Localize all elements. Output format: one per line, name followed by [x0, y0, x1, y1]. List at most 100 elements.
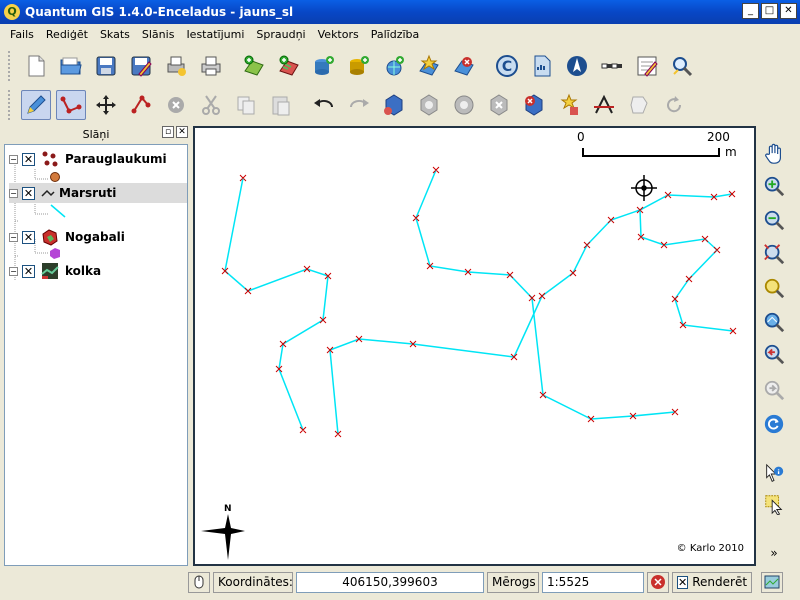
- layer-row-parauglaukumi[interactable]: − ✕ Parauglaukumi: [9, 149, 167, 169]
- select-features-button[interactable]: [760, 490, 788, 518]
- node-tool-button[interactable]: [126, 90, 156, 120]
- reshape-features-button[interactable]: [554, 90, 584, 120]
- move-feature-button[interactable]: [91, 90, 121, 120]
- add-ring-button[interactable]: [414, 90, 444, 120]
- north-arrow-button[interactable]: [562, 51, 592, 81]
- label-button[interactable]: [527, 51, 557, 81]
- add-vector-layer-button[interactable]: [239, 51, 269, 81]
- render-toggle[interactable]: ✕ Renderēt: [672, 571, 752, 593]
- north-arrow-icon: [201, 514, 245, 560]
- minimize-button[interactable]: _: [742, 3, 759, 19]
- mouse-icon: [194, 575, 204, 589]
- printer-icon: [201, 56, 220, 76]
- plugin-search-button[interactable]: [667, 51, 697, 81]
- add-spatialite-layer-button[interactable]: [344, 51, 374, 81]
- coordinates-label: Koordinātes:: [213, 571, 293, 593]
- close-button[interactable]: ✕: [780, 3, 797, 19]
- refresh-button[interactable]: [760, 410, 788, 438]
- new-project-button[interactable]: [21, 51, 51, 81]
- menu-bar: Fails Rediģēt Skats Slānis Iestatījumi S…: [0, 24, 800, 44]
- polygon-symbol-legend: [49, 247, 61, 259]
- zoom-in-icon: [764, 176, 785, 197]
- stop-render-button[interactable]: [647, 571, 669, 593]
- layer-row-nogabali[interactable]: − ✕ Nogabali: [9, 227, 125, 247]
- zoom-to-selection-button[interactable]: [760, 274, 788, 302]
- identify-features-button[interactable]: [760, 460, 788, 488]
- layer-visibility-checkbox[interactable]: ✕: [22, 264, 35, 278]
- menu-rediget[interactable]: Rediģēt: [40, 28, 94, 41]
- more-tools-chevron-icon[interactable]: »: [760, 544, 788, 562]
- print-button[interactable]: [196, 51, 226, 81]
- coordinates-field[interactable]: 406150,399603: [296, 571, 484, 593]
- zoom-last-button[interactable]: [760, 340, 788, 368]
- render-checkbox[interactable]: ✕: [677, 575, 689, 589]
- layer-row-marsruti[interactable]: − ✕ Marsruti: [9, 183, 187, 203]
- collapse-toggle[interactable]: −: [9, 154, 18, 164]
- delete-part-button[interactable]: [519, 90, 549, 120]
- layer-visibility-checkbox[interactable]: ✕: [22, 230, 35, 244]
- float-panel-button[interactable]: ▫: [162, 126, 174, 138]
- maximize-button[interactable]: □: [761, 3, 778, 19]
- paste-features-button[interactable]: [266, 90, 296, 120]
- save-project-button[interactable]: [91, 51, 121, 81]
- zoom-next-button[interactable]: [760, 376, 788, 404]
- capture-line-button[interactable]: [55, 90, 86, 120]
- menu-slanis[interactable]: Slānis: [136, 28, 181, 41]
- delete-selected-button[interactable]: [161, 90, 191, 120]
- remove-layer-button[interactable]: [449, 51, 479, 81]
- copy-features-button[interactable]: [231, 90, 261, 120]
- menu-fails[interactable]: Fails: [4, 28, 40, 41]
- menu-palidziba[interactable]: Palīdzība: [365, 28, 426, 41]
- layer-visibility-checkbox[interactable]: ✕: [22, 152, 35, 166]
- undo-button[interactable]: [309, 90, 339, 120]
- annotation-button[interactable]: [632, 51, 662, 81]
- projection-button[interactable]: [761, 571, 783, 593]
- toggle-extents-button[interactable]: [188, 571, 210, 593]
- scale-field[interactable]: 1:5525: [542, 571, 644, 593]
- zoom-full-button[interactable]: [760, 240, 788, 268]
- zoom-in-button[interactable]: [760, 172, 788, 200]
- add-island-button[interactable]: [449, 90, 479, 120]
- new-file-icon: [28, 55, 44, 77]
- scalebar-button[interactable]: [597, 51, 627, 81]
- zoom-out-button[interactable]: [760, 206, 788, 234]
- toggle-editing-button[interactable]: [20, 90, 51, 120]
- menu-spraudni[interactable]: Spraudņi: [250, 28, 311, 41]
- rotate-labels-button[interactable]: [659, 90, 689, 120]
- menu-iestatijumi[interactable]: Iestatījumi: [180, 28, 250, 41]
- delete-ring-icon: [490, 94, 507, 116]
- collapse-toggle[interactable]: −: [9, 188, 18, 198]
- open-project-button[interactable]: [56, 51, 86, 81]
- merge-features-button[interactable]: [624, 90, 654, 120]
- map-drawing: [201, 148, 737, 560]
- menu-skats[interactable]: Skats: [94, 28, 136, 41]
- copyright-label-button[interactable]: C: [492, 51, 522, 81]
- cut-features-button[interactable]: [196, 90, 226, 120]
- simplify-feature-button[interactable]: [379, 90, 409, 120]
- pan-button[interactable]: [760, 140, 788, 168]
- collapse-toggle[interactable]: −: [9, 266, 18, 276]
- scalebar-end-label: 200: [707, 130, 730, 144]
- zoom-to-layer-button[interactable]: [760, 308, 788, 336]
- layer-row-kolka[interactable]: − ✕ kolka: [9, 261, 101, 281]
- render-label: Renderēt: [692, 575, 748, 589]
- add-raster-layer-button[interactable]: [274, 51, 304, 81]
- add-island-icon: [454, 95, 473, 115]
- print-composer-button[interactable]: [161, 51, 191, 81]
- save-as-button[interactable]: [126, 51, 156, 81]
- layer-name: Nogabali: [65, 230, 125, 244]
- add-spatialite-icon: [349, 56, 369, 75]
- new-vector-layer-button[interactable]: [414, 51, 444, 81]
- delete-ring-button[interactable]: [484, 90, 514, 120]
- map-canvas[interactable]: 0 200 m N © Karlo 2010: [193, 126, 756, 566]
- menu-vektors[interactable]: Vektors: [312, 28, 365, 41]
- add-wms-layer-button[interactable]: [379, 51, 409, 81]
- redo-button[interactable]: [344, 90, 374, 120]
- add-postgis-layer-button[interactable]: [309, 51, 339, 81]
- collapse-toggle[interactable]: −: [9, 232, 18, 242]
- layer-name: Parauglaukumi: [65, 152, 167, 166]
- stop-icon: [651, 575, 665, 589]
- layer-visibility-checkbox[interactable]: ✕: [22, 186, 35, 200]
- close-panel-button[interactable]: ✕: [176, 126, 188, 138]
- split-features-button[interactable]: [589, 90, 619, 120]
